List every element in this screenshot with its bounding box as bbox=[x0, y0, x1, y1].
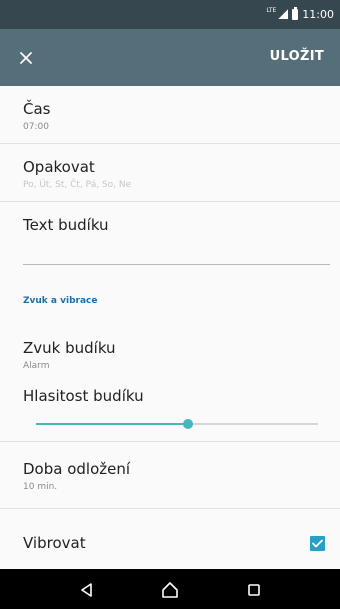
snooze-setting[interactable]: Doba odložení 10 min. bbox=[0, 442, 340, 508]
status-bar: LTE 11:00 bbox=[0, 0, 340, 29]
app-bar: ULOŽIT bbox=[0, 29, 340, 86]
repeat-value: Po, Út, St, Čt, Pá, So, Ne bbox=[23, 180, 132, 190]
alarm-settings-list: Čas 07:00 Opakovat Po, Út, St, Čt, Pá, S… bbox=[0, 86, 340, 569]
vibrate-title: Vibrovat bbox=[23, 534, 86, 552]
time-title: Čas bbox=[23, 100, 51, 118]
recents-button[interactable] bbox=[243, 579, 265, 601]
status-time: 11:00 bbox=[302, 7, 334, 21]
save-button[interactable]: ULOŽIT bbox=[270, 49, 324, 64]
status-icons: LTE 11:00 bbox=[266, 6, 334, 22]
snooze-value: 10 min. bbox=[23, 482, 58, 492]
alarm-sound-value: Alarm bbox=[23, 361, 50, 371]
back-icon bbox=[81, 583, 92, 597]
volume-slider[interactable] bbox=[36, 419, 318, 429]
volume-setting: Hlasitost budíku bbox=[0, 376, 340, 436]
alarm-text-title: Text budíku bbox=[23, 216, 109, 234]
recents-icon bbox=[248, 584, 260, 596]
time-setting[interactable]: Čas 07:00 bbox=[0, 86, 340, 143]
back-button[interactable] bbox=[76, 579, 98, 601]
alarm-sound-title: Zvuk budíku bbox=[23, 339, 116, 357]
close-icon bbox=[20, 52, 32, 64]
network-type: LTE bbox=[266, 6, 277, 14]
volume-slider-fill bbox=[36, 423, 189, 425]
sound-section-header: Zvuk a vibrace bbox=[23, 296, 98, 306]
snooze-title: Doba odložení bbox=[23, 460, 131, 478]
time-value: 07:00 bbox=[23, 122, 49, 132]
battery-icon bbox=[292, 6, 299, 20]
signal-icon bbox=[278, 9, 289, 19]
close-button[interactable] bbox=[14, 46, 38, 70]
repeat-setting[interactable]: Opakovat Po, Út, St, Čt, Pá, So, Ne bbox=[0, 144, 340, 201]
volume-title: Hlasitost budíku bbox=[23, 387, 144, 405]
home-icon bbox=[162, 582, 178, 598]
alarm-text-input[interactable] bbox=[23, 264, 330, 265]
home-button[interactable] bbox=[159, 579, 181, 601]
repeat-title: Opakovat bbox=[23, 158, 95, 176]
vibrate-setting[interactable]: Vibrovat bbox=[0, 509, 340, 569]
vibrate-checkbox[interactable] bbox=[310, 536, 325, 551]
volume-slider-thumb[interactable] bbox=[183, 419, 194, 429]
check-icon bbox=[312, 539, 323, 548]
alarm-sound-setting[interactable]: Zvuk budíku Alarm bbox=[0, 318, 340, 374]
navigation-bar bbox=[0, 569, 340, 609]
